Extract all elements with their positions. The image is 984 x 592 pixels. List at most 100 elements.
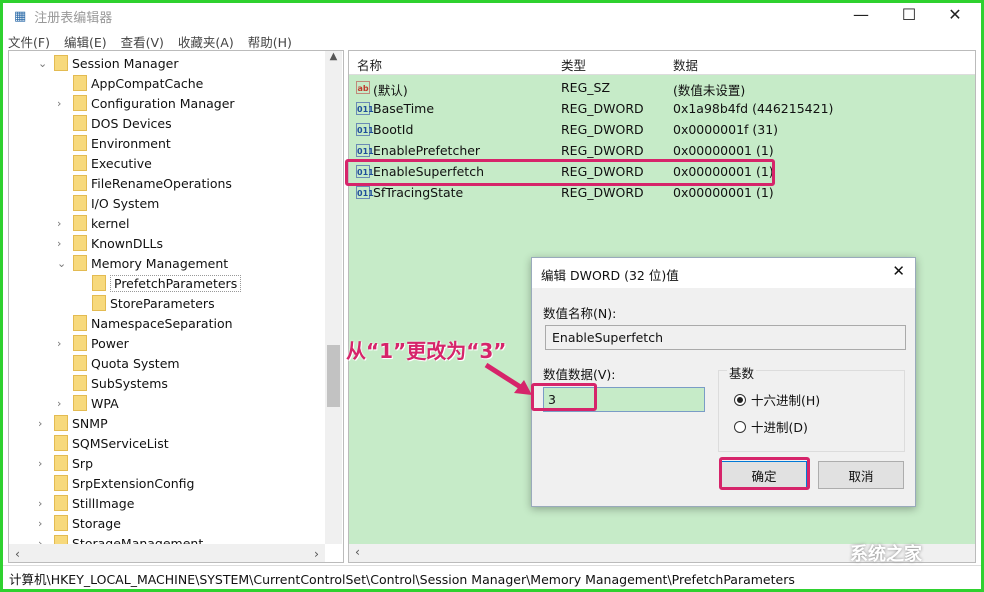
decimal-radio[interactable]: 十进制(D) (734, 417, 808, 436)
chevron-right-icon[interactable]: › (57, 97, 61, 110)
tree-item[interactable]: ›Srp (54, 453, 93, 473)
menu-item[interactable]: 收藏夹(A) (178, 32, 234, 51)
dialog-title-bar: 编辑 DWORD (32 位)值 ✕ (532, 258, 915, 288)
tree-vertical-scrollbar[interactable]: ▲ (325, 51, 342, 544)
tree-horizontal-scrollbar[interactable]: ‹› (9, 544, 325, 562)
chevron-right-icon[interactable]: › (38, 497, 42, 510)
column-type[interactable]: 类型 (561, 55, 586, 74)
tree-item-label: Quota System (91, 356, 180, 371)
tree-scroll-thumb[interactable] (327, 345, 340, 407)
folder-icon (73, 335, 87, 351)
tree-item[interactable]: ⌄Session Manager (54, 53, 178, 73)
chevron-right-icon[interactable]: › (38, 517, 42, 530)
tree-item[interactable]: ›Storage (54, 513, 121, 533)
scroll-left-icon[interactable]: ‹ (15, 546, 20, 561)
tree-item[interactable]: ›SNMP (54, 413, 108, 433)
folder-icon (92, 275, 106, 291)
row-type: REG_DWORD (561, 122, 644, 137)
tree-item[interactable]: ⌄Memory Management (73, 253, 228, 273)
hex-radio[interactable]: 十六进制(H) (734, 390, 820, 409)
maximize-button[interactable]: ☐ (886, 0, 932, 28)
tree-item[interactable]: PrefetchParameters (92, 273, 241, 293)
dialog-close-button[interactable]: ✕ (892, 262, 905, 280)
chevron-right-icon[interactable]: › (38, 417, 42, 430)
tree-item[interactable]: AppCompatCache (73, 73, 203, 93)
menu-item[interactable]: 文件(F) (8, 32, 50, 51)
row-name: EnablePrefetcher (373, 143, 480, 158)
tree-item-label: DOS Devices (91, 116, 172, 131)
folder-icon (73, 155, 87, 171)
menu-item[interactable]: 查看(V) (121, 32, 164, 51)
tree-item[interactable]: FileRenameOperations (73, 173, 232, 193)
tree-item[interactable]: SQMServiceList (54, 433, 169, 453)
chevron-right-icon[interactable]: › (57, 217, 61, 230)
chevron-right-icon[interactable]: › (38, 457, 42, 470)
string-value-icon: ab (356, 81, 370, 94)
tree-item[interactable]: ›kernel (73, 213, 130, 233)
tree-item[interactable]: Executive (73, 153, 152, 173)
tree-item-label: Executive (91, 156, 152, 171)
chevron-down-icon[interactable]: ⌄ (38, 57, 47, 70)
row-type: REG_DWORD (561, 185, 644, 200)
row-name: (默认) (373, 80, 408, 99)
column-data[interactable]: 数据 (673, 55, 698, 74)
tree-item[interactable]: Quota System (73, 353, 180, 373)
folder-icon (73, 255, 87, 271)
row-type: REG_SZ (561, 80, 610, 95)
close-button[interactable]: ✕ (932, 0, 978, 28)
value-data-label: 数值数据(V): (543, 364, 616, 383)
list-row[interactable]: ab(默认)REG_SZ(数值未设置) (349, 77, 975, 98)
tree-item-label: StillImage (72, 496, 134, 511)
chevron-right-icon[interactable]: › (57, 237, 61, 250)
tree-item-label: PrefetchParameters (110, 275, 241, 292)
tree-item-label: kernel (91, 216, 130, 231)
tree-item[interactable]: ›Configuration Manager (73, 93, 235, 113)
row-name: SfTracingState (373, 185, 463, 200)
list-row[interactable]: 011EnablePrefetcher REG_DWORD 0x00000001 (… (349, 140, 975, 161)
value-name-label: 数值名称(N): (543, 303, 616, 322)
binary-value-icon: 011 (356, 144, 370, 157)
minimize-button[interactable]: — (838, 0, 884, 28)
chevron-right-icon[interactable]: › (57, 337, 61, 350)
list-row[interactable]: 011BootIdREG_DWORD0x0000001f (31) (349, 119, 975, 140)
chevron-right-icon[interactable]: › (57, 397, 61, 410)
tree-item[interactable]: SubSystems (73, 373, 168, 393)
folder-icon (73, 75, 87, 91)
tree-item-label: Memory Management (91, 256, 228, 271)
tree-item[interactable]: NamespaceSeparation (73, 313, 233, 333)
column-name[interactable]: 名称 (357, 55, 382, 74)
tree-item-label: Configuration Manager (91, 96, 235, 111)
tree-item[interactable]: ›WPA (73, 393, 119, 413)
value-name-field[interactable]: EnableSuperfetch (545, 325, 906, 350)
tree-item[interactable]: StoreParameters (92, 293, 215, 313)
chevron-down-icon[interactable]: ⌄ (57, 257, 66, 270)
binary-value-icon: 011 (356, 186, 370, 199)
cancel-button[interactable]: 取消 (818, 461, 904, 489)
list-row[interactable]: 011BaseTimeREG_DWORD0x1a98b4fd (44621542… (349, 98, 975, 119)
tree-item[interactable]: SrpExtensionConfig (54, 473, 194, 493)
menu-item[interactable]: 编辑(E) (64, 32, 107, 51)
row-data: 0x00000001 (1) (673, 143, 774, 158)
folder-icon (73, 375, 87, 391)
tree-item-label: AppCompatCache (91, 76, 203, 91)
folder-icon (54, 435, 68, 451)
tree-item-label: SubSystems (91, 376, 168, 391)
tree-item-label: Srp (72, 456, 93, 471)
highlight-box-data (531, 383, 597, 411)
scroll-right-icon[interactable]: › (314, 546, 319, 561)
tree-item[interactable]: Environment (73, 133, 171, 153)
folder-icon (54, 495, 68, 511)
tree-item-label: KnownDLLs (91, 236, 163, 251)
tree-item[interactable]: I/O System (73, 193, 159, 213)
tree-item[interactable]: ›Power (73, 333, 129, 353)
tree-item[interactable]: ›KnownDLLs (73, 233, 163, 253)
tree-item-label: Session Manager (72, 56, 178, 71)
tree-item[interactable]: ›StillImage (54, 493, 134, 513)
menu-item[interactable]: 帮助(H) (248, 32, 292, 51)
folder-icon (73, 315, 87, 331)
row-type: REG_DWORD (561, 143, 644, 158)
title-bar: ▦ 注册表编辑器 (14, 4, 112, 28)
folder-icon (73, 95, 87, 111)
folder-icon (54, 515, 68, 531)
tree-item[interactable]: DOS Devices (73, 113, 172, 133)
